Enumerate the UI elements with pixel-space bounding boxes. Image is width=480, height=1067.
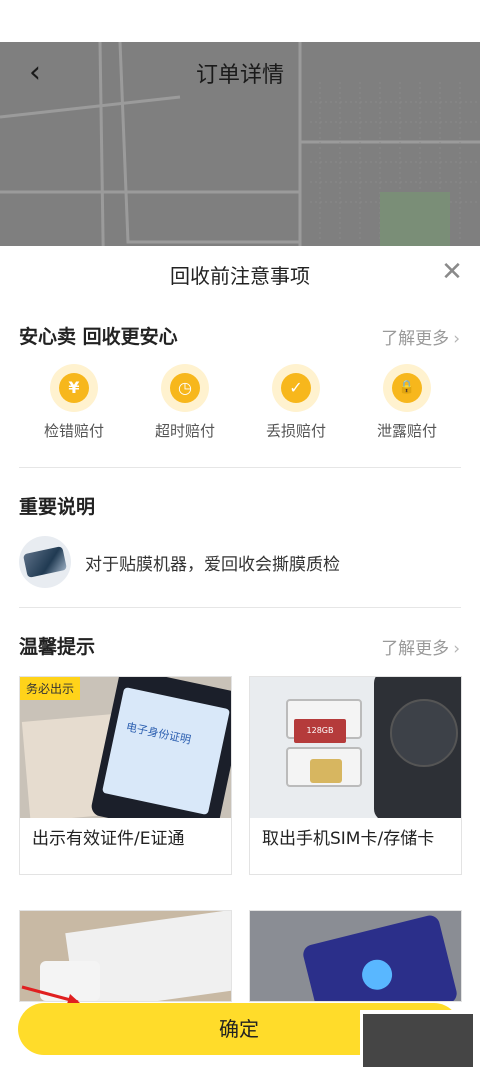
lock-icon: 🔒 bbox=[383, 364, 431, 412]
status-bar bbox=[0, 0, 480, 42]
chevron-right-icon: › bbox=[453, 639, 460, 659]
divider bbox=[19, 467, 461, 468]
shield-check-icon: ✓ bbox=[272, 364, 320, 412]
must-show-badge: 务必出示 bbox=[20, 677, 81, 700]
top-bar: ‹ 订单详情 bbox=[0, 42, 480, 104]
guarantee-item-timeout[interactable]: ◷ 超时赔付 bbox=[130, 364, 240, 441]
learn-more-link-tips[interactable]: 了解更多 › bbox=[381, 634, 460, 659]
tip-card-id[interactable]: 电子身份证明 务必出示 出示有效证件/E证通 bbox=[19, 676, 232, 875]
phone-film-thumbnail bbox=[19, 536, 71, 588]
tip-card-caption: 取出手机SIM卡/存储卡 bbox=[262, 829, 435, 849]
notice-sheet: 回收前注意事项 ✕ 安心卖 回收更安心 了解更多 › ¥ 检错赔付 ◷ 超时赔付 … bbox=[0, 246, 480, 1067]
guarantee-item-loss[interactable]: ✓ 丢损赔付 bbox=[241, 364, 351, 441]
learn-more-label: 了解更多 bbox=[381, 639, 450, 659]
divider bbox=[19, 607, 461, 608]
stopwatch-icon: ◷ bbox=[161, 364, 209, 412]
guarantee-item-error[interactable]: ¥ 检错赔付 bbox=[19, 364, 129, 441]
guarantee-list: ¥ 检错赔付 ◷ 超时赔付 ✓ 丢损赔付 🔒 泄露赔付 bbox=[0, 364, 480, 452]
section-safe-title: 安心卖 回收更安心 bbox=[19, 326, 178, 348]
section-important-title: 重要说明 bbox=[19, 496, 96, 518]
sim-tray-image: 128GB bbox=[250, 677, 461, 818]
fingerprint-phone-image bbox=[250, 911, 461, 1001]
money-bag-icon: ¥ bbox=[50, 364, 98, 412]
tip-card-caption: 出示有效证件/E证通 bbox=[32, 829, 185, 849]
guarantee-item-leak[interactable]: 🔒 泄露赔付 bbox=[352, 364, 462, 441]
chevron-right-icon: › bbox=[453, 329, 460, 349]
close-icon[interactable]: ✕ bbox=[438, 258, 466, 286]
sheet-title: 回收前注意事项 bbox=[170, 264, 310, 288]
guarantee-label: 检错赔付 bbox=[43, 422, 104, 440]
corner-thumbnail bbox=[360, 1010, 480, 1067]
important-note-text: 对于贴膜机器，爱回收会撕膜质检 bbox=[85, 555, 340, 575]
tip-card-unlock[interactable] bbox=[249, 910, 462, 1002]
guarantee-label: 超时赔付 bbox=[154, 422, 215, 440]
learn-more-link-safe[interactable]: 了解更多 › bbox=[381, 324, 460, 349]
important-note: 对于贴膜机器，爱回收会撕膜质检 bbox=[19, 536, 459, 588]
id-card-image: 电子身份证明 务必出示 bbox=[20, 677, 231, 818]
learn-more-label: 了解更多 bbox=[381, 329, 450, 349]
guarantee-label: 丢损赔付 bbox=[265, 422, 326, 440]
tip-card-sim[interactable]: 128GB 取出手机SIM卡/存储卡 bbox=[249, 676, 462, 875]
page-title: 订单详情 bbox=[195, 63, 284, 88]
guarantee-label: 泄露赔付 bbox=[376, 422, 437, 440]
section-tips-title: 温馨提示 bbox=[19, 636, 96, 658]
